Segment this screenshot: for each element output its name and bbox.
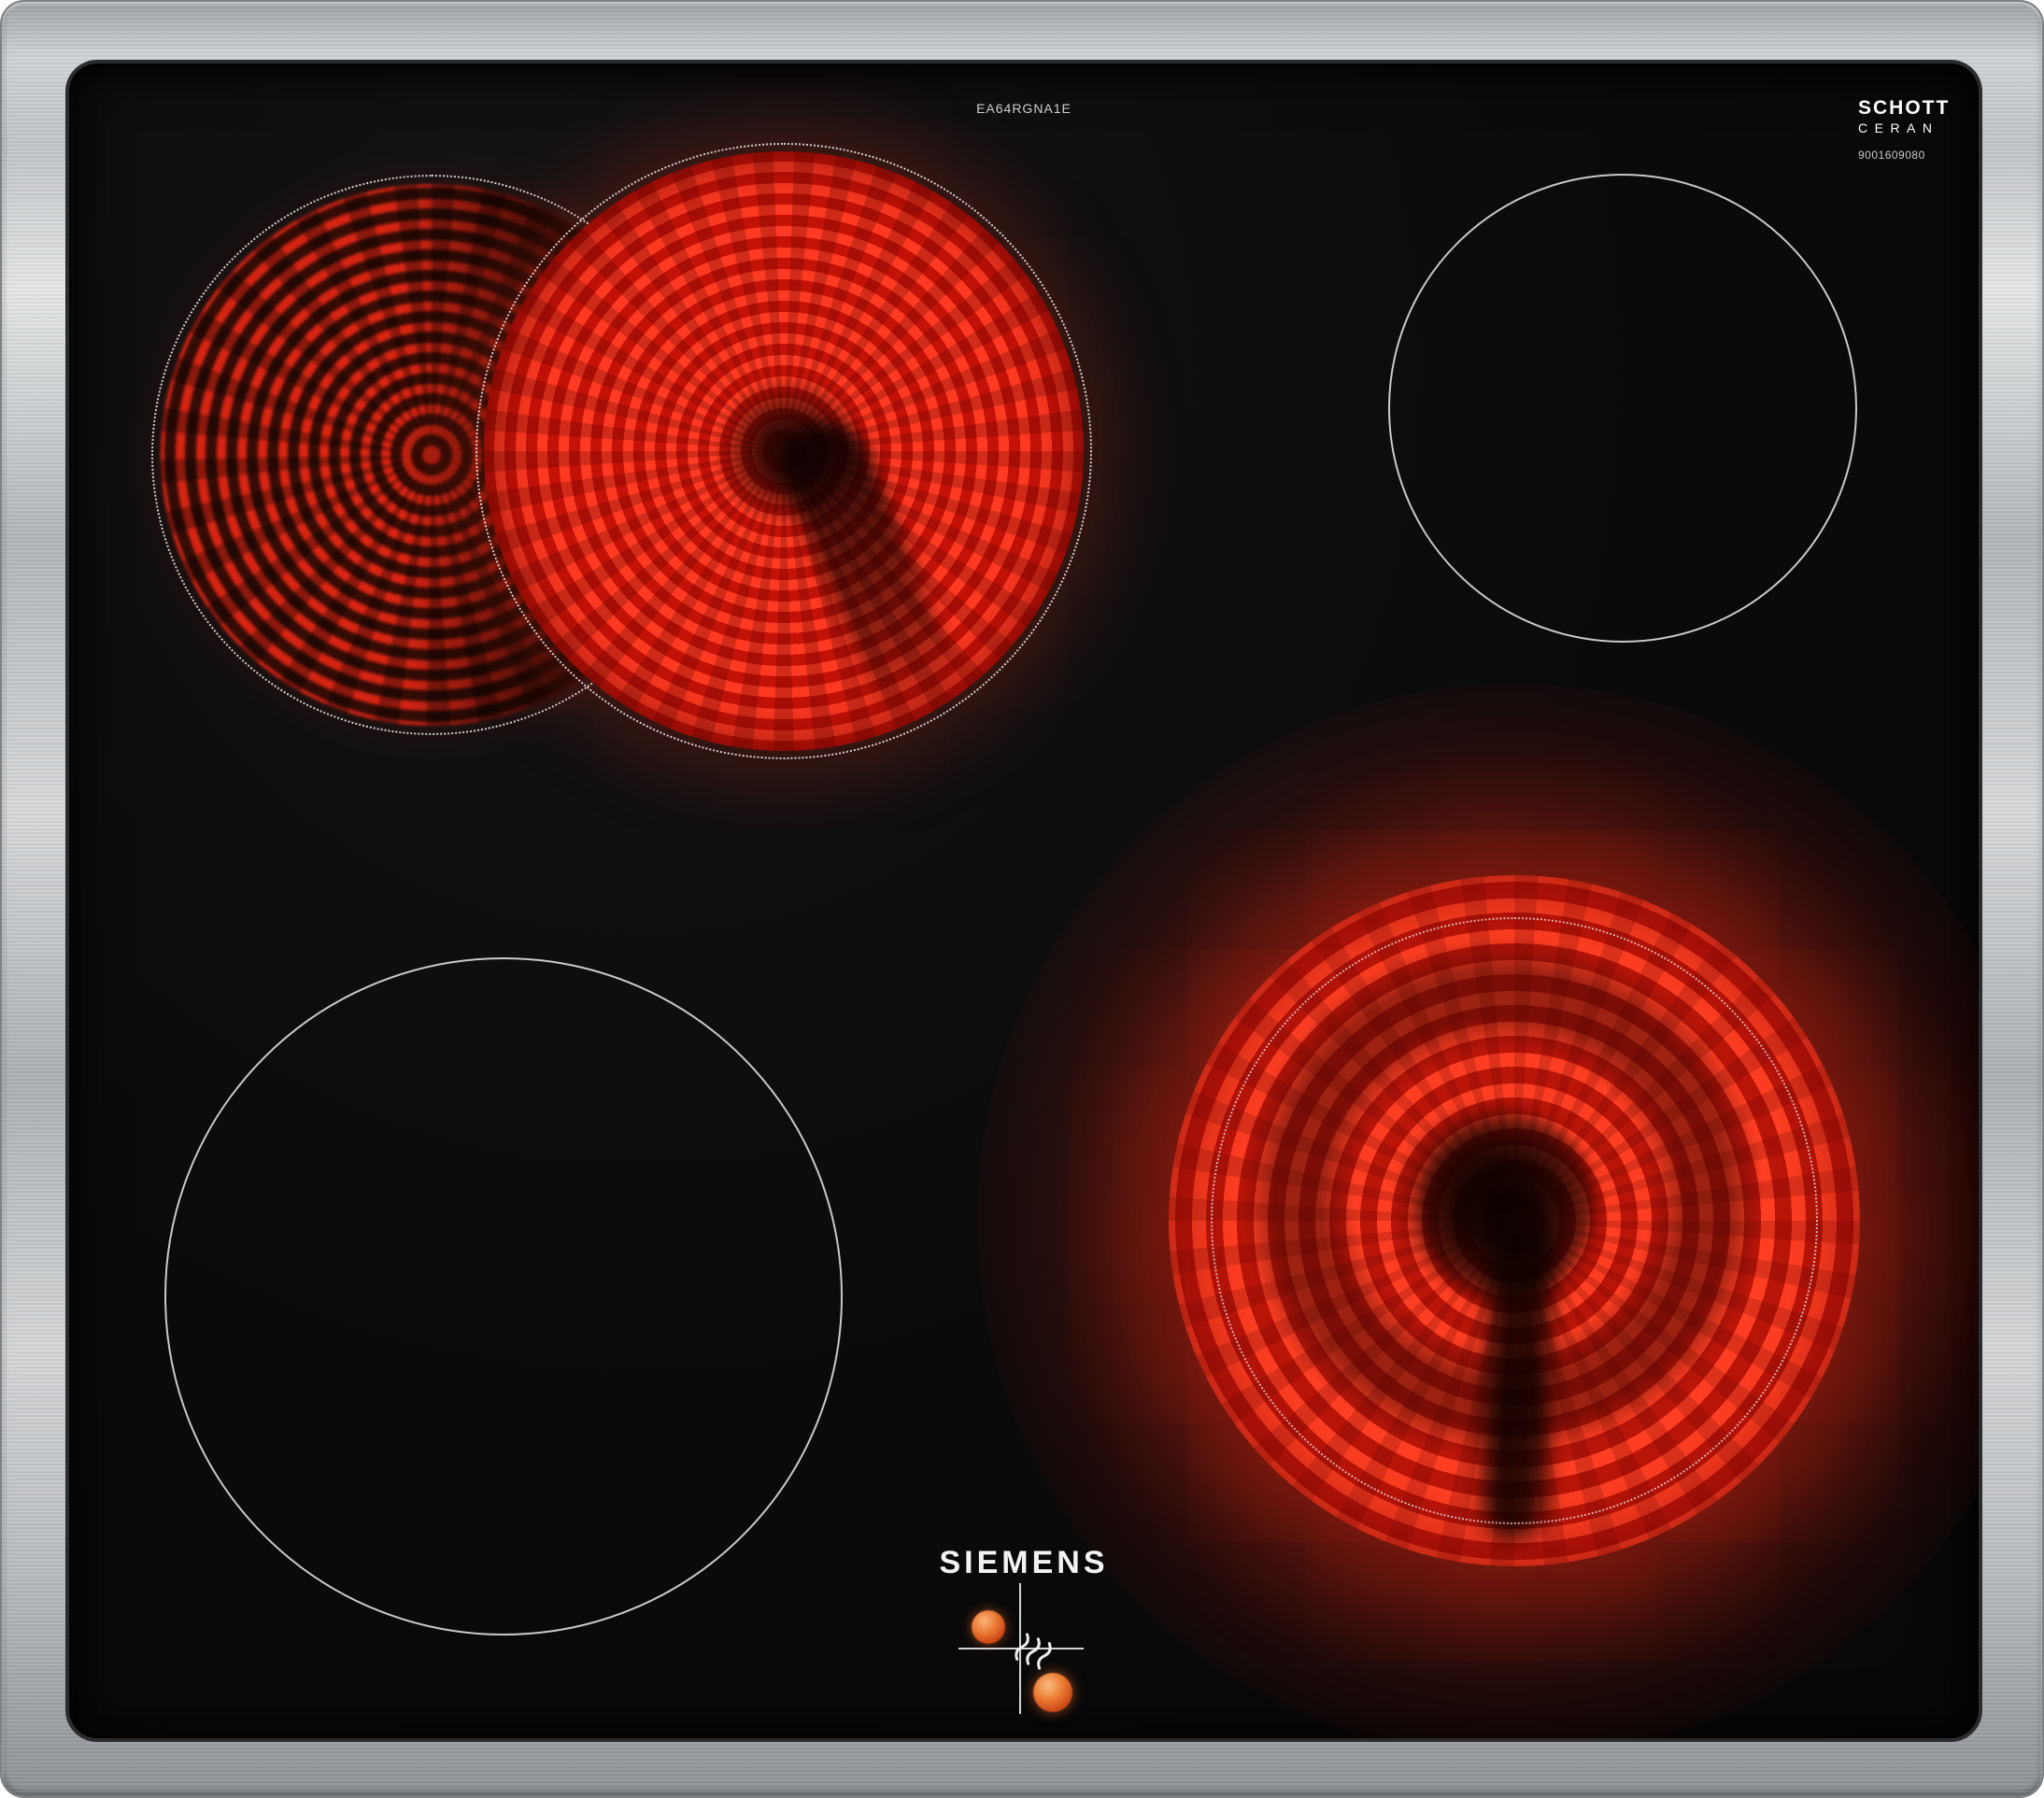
schott-logo-text: SCHOTT (1858, 97, 1951, 119)
crosshair-vertical-line (1019, 1583, 1021, 1714)
heat-waves-icon (1009, 1627, 1057, 1676)
zone-front-left-marking (164, 957, 843, 1635)
zone-rear-right-marking (1388, 174, 1857, 643)
schott-ceran-logo: SCHOTT CERAN 9001609080 (1858, 97, 1950, 163)
zone-front-right-marking (1211, 917, 1818, 1524)
siemens-logo: SIEMENS (939, 1545, 1109, 1580)
ceramic-glass-surface: EA64RGNA1E SCHOTT CERAN 9001609080 SIEME… (69, 64, 1979, 1738)
serial-number-label: 9001609080 (1858, 149, 1925, 163)
ceran-logo-text: CERAN (1858, 120, 1939, 136)
residual-heat-indicator-dot-1 (972, 1610, 1005, 1644)
crosshair-horizontal-line (958, 1648, 1084, 1649)
residual-heat-indicator-dot-2 (1033, 1673, 1072, 1712)
stainless-steel-frame: EA64RGNA1E SCHOTT CERAN 9001609080 SIEME… (0, 0, 2044, 1798)
cooktop-product-photo: EA64RGNA1E SCHOTT CERAN 9001609080 SIEME… (0, 0, 2044, 1798)
zone-rear-left-marking (476, 143, 1092, 759)
model-number-label: EA64RGNA1E (976, 101, 1072, 116)
